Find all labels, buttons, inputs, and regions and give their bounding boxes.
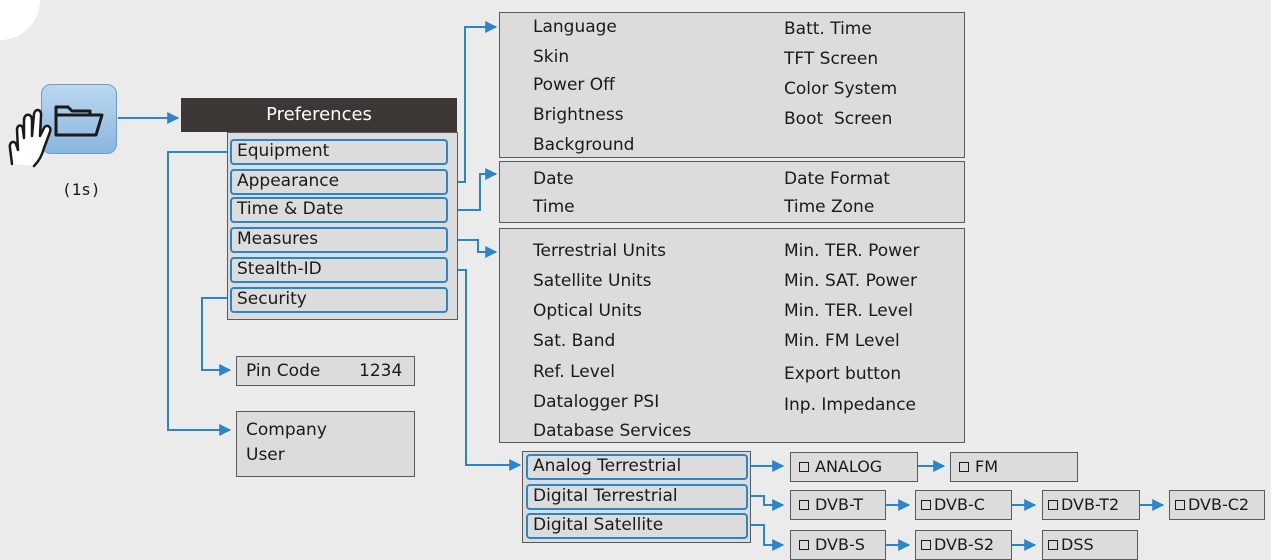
- menu-item-measures[interactable]: Measures: [230, 227, 448, 253]
- standard-fm: FM: [950, 452, 1078, 482]
- standard-dvb-t-label: DVB-T: [815, 495, 864, 514]
- group-digital-terrestrial[interactable]: Digital Terrestrial: [526, 484, 748, 510]
- standard-dvb-c-label: DVB-C: [934, 495, 985, 514]
- option-terrestrial-units: Terrestrial Units: [533, 241, 666, 261]
- checkbox-icon: [921, 500, 931, 510]
- checkbox-icon: [799, 540, 809, 550]
- pin-code-label: Pin Code: [246, 361, 321, 381]
- option-optical-units: Optical Units: [533, 301, 642, 321]
- option-skin: Skin: [533, 47, 570, 67]
- option-min-ter-power: Min. TER. Power: [784, 241, 920, 261]
- standard-dss: DSS: [1042, 530, 1138, 560]
- option-ref-level: Ref. Level: [533, 362, 615, 382]
- arrow-equipment: [167, 151, 232, 436]
- option-time: Time: [533, 197, 575, 217]
- option-inp-impedance: Inp. Impedance: [784, 395, 916, 415]
- option-background: Background: [533, 135, 635, 155]
- standard-dvb-t2: DVB-T2: [1042, 490, 1140, 520]
- option-min-fm-level: Min. FM Level: [784, 331, 900, 351]
- option-database-services: Database Services: [533, 421, 692, 441]
- option-sat-band: Sat. Band: [533, 331, 616, 351]
- menu-item-equipment[interactable]: Equipment: [230, 139, 448, 165]
- standard-dvb-s: DVB-S: [790, 530, 886, 560]
- preferences-header: Preferences: [181, 98, 457, 132]
- group-digital-satellite[interactable]: Digital Satellite: [526, 513, 748, 539]
- checkbox-icon: [1048, 540, 1058, 550]
- option-batt-time: Batt. Time: [784, 19, 872, 39]
- option-export-button: Export button: [784, 364, 902, 384]
- option-tft-screen: TFT Screen: [784, 49, 879, 69]
- arrow-digital-satellite: [748, 524, 785, 551]
- pin-code-box: Pin Code 1234: [236, 356, 415, 386]
- hand-tap-icon: [8, 108, 52, 168]
- option-date-format: Date Format: [784, 169, 890, 189]
- option-brightness: Brightness: [533, 105, 624, 125]
- option-time-zone: Time Zone: [784, 197, 875, 217]
- standard-dvb-t2-label: DVB-T2: [1061, 495, 1120, 514]
- option-color-system: Color System: [784, 79, 898, 99]
- menu-item-appearance[interactable]: Appearance: [230, 169, 448, 195]
- standard-dvb-s2: DVB-S2: [915, 530, 1012, 560]
- option-min-sat-power: Min. SAT. Power: [784, 271, 917, 291]
- option-date: Date: [533, 169, 574, 189]
- standard-dvb-t: DVB-T: [790, 490, 886, 520]
- standard-dvb-c: DVB-C: [915, 490, 1012, 520]
- option-language: Language: [533, 17, 617, 37]
- standard-analog: ANALOG: [790, 452, 918, 482]
- standard-analog-label: ANALOG: [815, 457, 883, 476]
- standard-dvb-c2-label: DVB-C2: [1188, 495, 1250, 514]
- option-min-ter-level: Min. TER. Level: [784, 301, 913, 321]
- user-label: User: [246, 445, 285, 465]
- arrow-digital-terrestrial: [748, 495, 785, 511]
- hold-duration-label: (1s): [62, 180, 101, 199]
- appearance-options-box: Language Skin Power Off Brightness Backg…: [499, 12, 965, 158]
- group-analog-terrestrial[interactable]: Analog Terrestrial: [526, 454, 748, 480]
- company-label: Company: [246, 420, 327, 440]
- standard-dvb-s2-label: DVB-S2: [934, 535, 995, 554]
- standard-fm-label: FM: [975, 457, 999, 476]
- option-power-off: Power Off: [533, 75, 615, 95]
- time-date-options-box: Date Time Date Format Time Zone: [499, 161, 965, 223]
- checkbox-icon: [1175, 500, 1185, 510]
- menu-item-time-date[interactable]: Time & Date: [230, 197, 448, 223]
- menu-item-stealth-id[interactable]: Stealth-ID: [230, 257, 448, 283]
- menu-item-security[interactable]: Security: [230, 287, 448, 313]
- checkbox-icon: [799, 462, 809, 472]
- option-datalogger-psi: Datalogger PSI: [533, 392, 660, 412]
- pin-code-value: 1234: [359, 361, 403, 381]
- option-boot-screen: Boot Screen: [784, 109, 893, 129]
- checkbox-icon: [959, 462, 969, 472]
- standard-dvb-c2: DVB-C2: [1169, 490, 1265, 520]
- option-satellite-units: Satellite Units: [533, 271, 652, 291]
- standard-dss-label: DSS: [1061, 535, 1094, 554]
- checkbox-icon: [921, 540, 931, 550]
- checkbox-icon: [1048, 500, 1058, 510]
- measures-options-box: Terrestrial Units Satellite Units Optica…: [499, 228, 965, 443]
- standard-dvb-s-label: DVB-S: [815, 535, 865, 554]
- checkbox-icon: [799, 500, 809, 510]
- equipment-info-box: Company User: [236, 411, 415, 477]
